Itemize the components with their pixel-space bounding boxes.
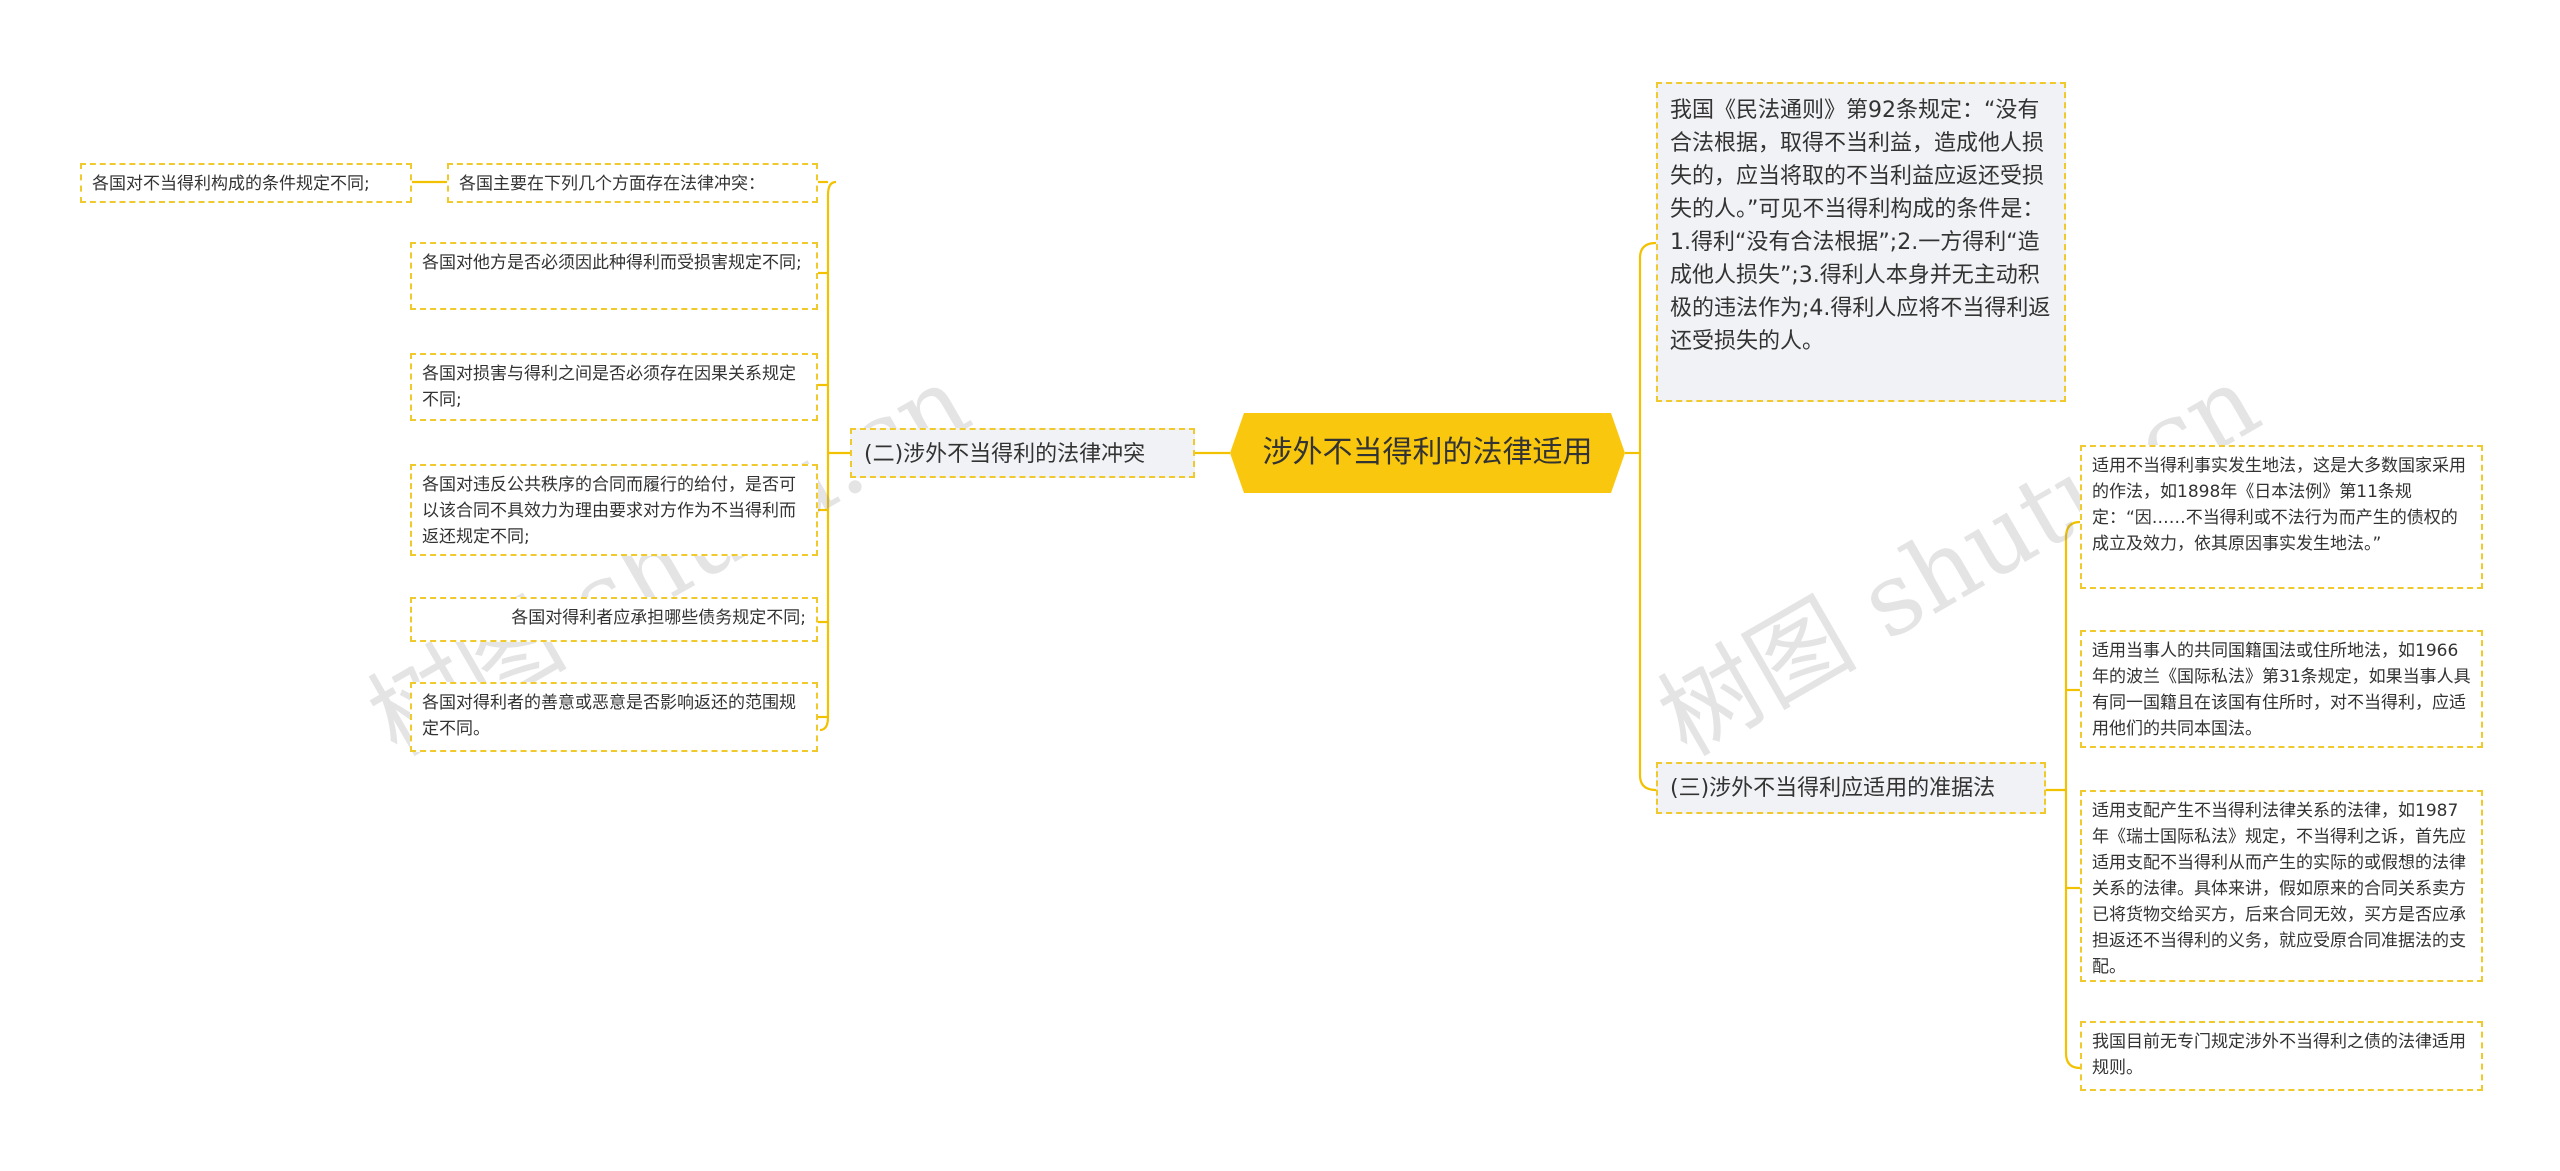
conflict-item-causation[interactable]: 各国对损害与得利之间是否必须存在因果关系规定不同; — [410, 353, 818, 421]
connector-right-trunk — [1638, 241, 1657, 792]
connector-right-items — [2064, 520, 2081, 1070]
applicable-law-governing-relation[interactable]: 适用支配产生不当得利法律关系的法律，如1987年《瑞士国际私法》规定，不当得利之… — [2080, 790, 2483, 982]
conflict-item-obligations[interactable]: 各国对得利者应承担哪些债务规定不同; — [410, 597, 818, 642]
applicable-law-common-nationality[interactable]: 适用当事人的共同国籍国法或住所地法，如1966年的波兰《国际私法》第31条规定，… — [2080, 630, 2483, 748]
conflict-intro[interactable]: 各国主要在下列几个方面存在法律冲突： — [447, 163, 818, 203]
civil-code-article-92[interactable]: 我国《民法通则》第92条规定：“没有合法根据，取得不当利益，造成他人损失的，应当… — [1656, 82, 2066, 402]
root-node[interactable]: 涉外不当得利的法律适用 — [1230, 413, 1625, 493]
applicable-law-china[interactable]: 我国目前无专门规定涉外不当得利之债的法律适用规则。 — [2080, 1021, 2483, 1091]
conflict-item-good-faith[interactable]: 各国对得利者的善意或恶意是否影响返还的范围规定不同。 — [410, 682, 818, 752]
applicable-law-place-of-fact[interactable]: 适用不当得利事实发生地法，这是大多数国家采用的作法，如1898年《日本法例》第1… — [2080, 445, 2483, 589]
conflict-item-damage[interactable]: 各国对他方是否必须因此种得利而受损害规定不同; — [410, 242, 818, 310]
connector-left-trunk — [819, 180, 837, 732]
conflict-item-public-order[interactable]: 各国对违反公共秩序的合同而履行的给付，是否可以该合同不具效力为理由要求对方作为不… — [410, 464, 818, 556]
conflict-intro-child[interactable]: 各国对不当得利构成的条件规定不同; — [80, 163, 412, 203]
branch-applicable-law[interactable]: (三)涉外不当得利应适用的准据法 — [1656, 762, 2046, 814]
branch-legal-conflict[interactable]: (二)涉外不当得利的法律冲突 — [850, 428, 1195, 478]
